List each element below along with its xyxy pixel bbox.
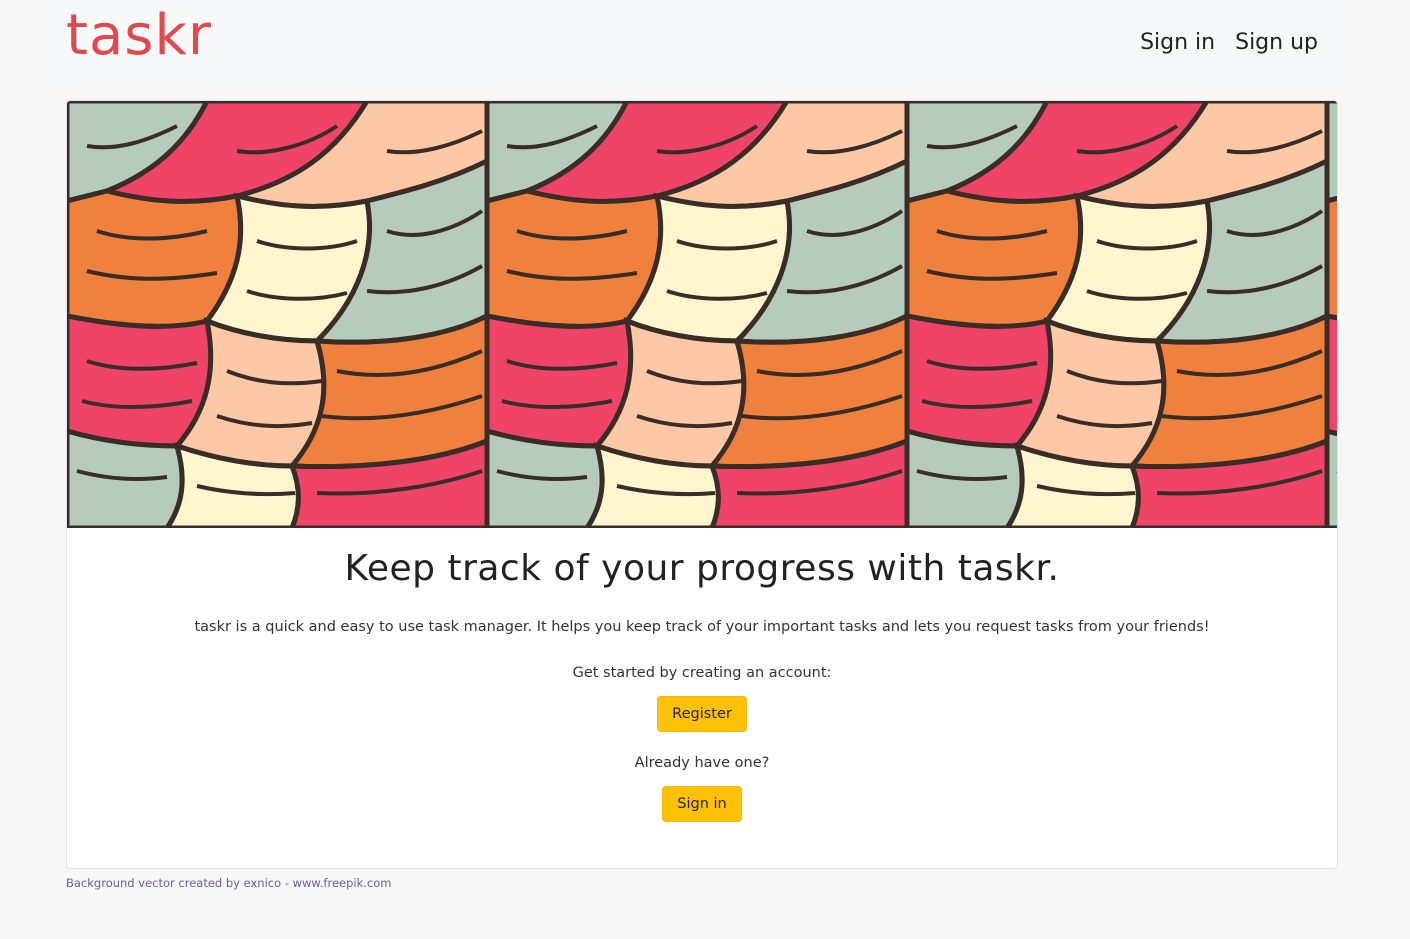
navbar: taskr Sign in Sign up — [53, 0, 1348, 92]
hero-pattern-image — [67, 101, 1337, 528]
register-button[interactable]: Register — [657, 696, 747, 732]
brand-logo[interactable]: taskr — [66, 8, 212, 64]
sign-in-prompt: Already have one? — [634, 755, 770, 771]
card-body: Keep track of your progress with taskr. … — [67, 528, 1337, 822]
app-description: taskr is a quick and easy to use task ma… — [194, 619, 1210, 635]
background-credit-link[interactable]: Background vector created by exnico - ww… — [66, 876, 391, 890]
nav-links: Sign in Sign up — [1140, 30, 1318, 55]
sign-in-button[interactable]: Sign in — [662, 786, 742, 822]
register-prompt: Get started by creating an account: — [572, 665, 832, 681]
nav-sign-up-link[interactable]: Sign up — [1235, 30, 1318, 55]
page-headline: Keep track of your progress with taskr. — [344, 548, 1060, 589]
nav-sign-in-link[interactable]: Sign in — [1140, 30, 1215, 55]
landing-card: Keep track of your progress with taskr. … — [66, 100, 1338, 869]
